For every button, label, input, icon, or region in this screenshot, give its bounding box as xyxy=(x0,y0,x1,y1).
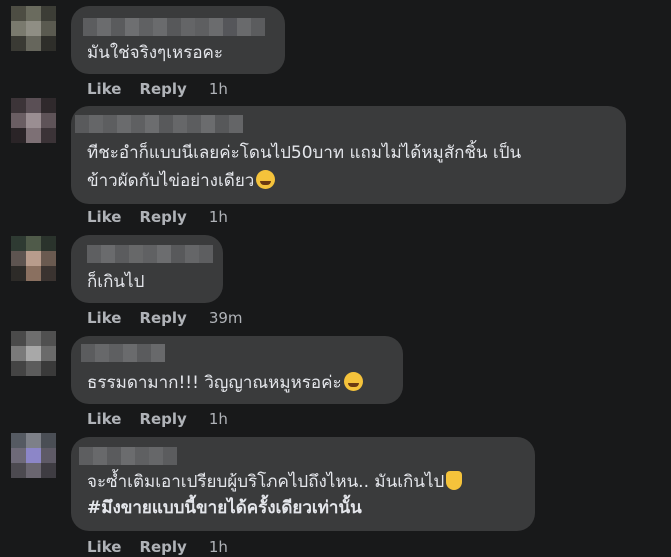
comment-bubble: ธรรมดามาก!!! วิญญาณหมูหรอค่ะ xyxy=(71,336,403,404)
comment-actions: Like Reply 1h xyxy=(87,538,228,556)
hashtag-link[interactable]: #มึงขายแบบนี้ขายได้ครั้งเดียวเท่านั้น xyxy=(87,493,362,524)
reply-button[interactable]: Reply xyxy=(139,538,186,556)
comment-text: จะซ้ำเติมเอาเปรียบผู้บริโภคไปถึงไหน.. มั… xyxy=(87,472,445,492)
comment-text: ก็เกินไป xyxy=(87,272,145,292)
blurred-author-name[interactable] xyxy=(75,115,243,133)
reply-button[interactable]: Reply xyxy=(139,309,186,327)
reply-button[interactable]: Reply xyxy=(139,208,186,226)
comment-actions: Like Reply 39m xyxy=(87,309,243,327)
comment-text: ธรรมดามาก!!! วิญญาณหมูหรอค่ะ xyxy=(87,373,342,393)
timestamp[interactable]: 39m xyxy=(209,309,243,327)
like-button[interactable]: Like xyxy=(87,80,121,98)
avatar[interactable] xyxy=(11,6,56,51)
timestamp[interactable]: 1h xyxy=(209,410,228,428)
avatar[interactable] xyxy=(11,433,56,478)
comment-text-line: ธรรมดามาก!!! วิญญาณหมูหรอค่ะ xyxy=(87,368,363,399)
comment-actions: Like Reply 1h xyxy=(87,80,228,98)
avatar[interactable] xyxy=(11,331,56,376)
avatar[interactable] xyxy=(11,236,56,281)
reply-button[interactable]: Reply xyxy=(139,410,186,428)
reply-button[interactable]: Reply xyxy=(139,80,186,98)
like-button[interactable]: Like xyxy=(87,538,121,556)
thumbs-down-emoji xyxy=(446,471,463,490)
sweat-smile-emoji xyxy=(256,170,276,189)
blurred-author-name[interactable] xyxy=(79,447,177,465)
timestamp[interactable]: 1h xyxy=(209,208,228,226)
like-button[interactable]: Like xyxy=(87,309,121,327)
timestamp[interactable]: 1h xyxy=(209,80,228,98)
tears-of-joy-emoji xyxy=(343,372,363,391)
comment-bubble: ก็เกินไป xyxy=(71,235,223,303)
avatar[interactable] xyxy=(11,98,56,143)
comment-bubble: มันใช่จริงๆเหรอคะ xyxy=(71,6,285,74)
blurred-author-name[interactable] xyxy=(83,18,265,36)
like-button[interactable]: Like xyxy=(87,208,121,226)
comment-text: มันใช่จริงๆเหรอคะ xyxy=(87,43,224,63)
comment-bubble: ทีชะอำก็แบบนีเลยค่ะโดนไป50บาท แถมไม่ได้ห… xyxy=(71,106,626,204)
comment-text-line-2: ข้าวผัดกับไข่อย่างเดียว xyxy=(87,166,276,197)
comment-bubble: จะซ้ำเติมเอาเปรียบผู้บริโภคไปถึงไหน.. มั… xyxy=(71,437,535,531)
comment-actions: Like Reply 1h xyxy=(87,410,228,428)
comment-actions: Like Reply 1h xyxy=(87,208,228,226)
blurred-author-name[interactable] xyxy=(87,245,213,263)
comment-text: ทีชะอำก็แบบนีเลยค่ะโดนไป50บาท แถมไม่ได้ห… xyxy=(87,143,522,163)
like-button[interactable]: Like xyxy=(87,410,121,428)
blurred-author-name[interactable] xyxy=(81,344,165,362)
timestamp[interactable]: 1h xyxy=(209,538,228,556)
comment-text: ข้าวผัดกับไข่อย่างเดียว xyxy=(87,171,255,191)
